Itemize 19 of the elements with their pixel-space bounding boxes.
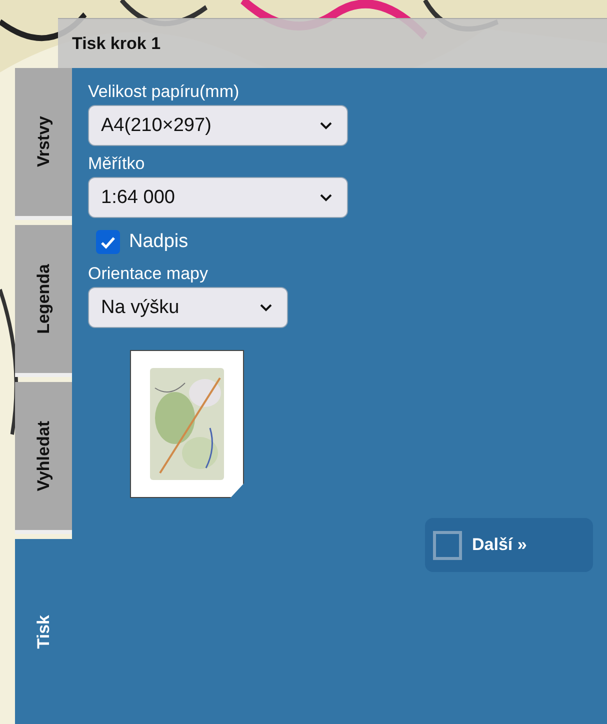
- checkmark-icon: [100, 236, 116, 248]
- checkbox[interactable]: [96, 230, 120, 254]
- panel-title: Tisk krok 1: [72, 34, 161, 54]
- dropdown-field[interactable]: A4(210×297): [88, 105, 348, 146]
- caret-icon: [319, 193, 333, 202]
- sidebar-tab[interactable]: Legenda: [15, 225, 72, 377]
- field-label: Měřítko: [88, 154, 146, 174]
- dropdown-field[interactable]: Na výšku: [88, 287, 288, 328]
- caret-icon: [319, 121, 333, 130]
- field-label: Orientace mapy: [88, 264, 209, 284]
- checkbox-icon: [433, 530, 462, 560]
- checkbox-label: Nadpis: [129, 231, 188, 253]
- field-label: Velikost papíru(mm): [88, 82, 240, 102]
- sidebar-tab[interactable]: Tisk: [15, 539, 72, 724]
- next-button[interactable]: Další »: [425, 518, 593, 572]
- dropdown-field[interactable]: 1:64 000: [88, 177, 348, 218]
- caret-icon: [259, 303, 273, 312]
- sidebar-tab[interactable]: Vrstvy: [15, 68, 72, 220]
- sidebar-tab[interactable]: Vyhledat: [15, 382, 72, 534]
